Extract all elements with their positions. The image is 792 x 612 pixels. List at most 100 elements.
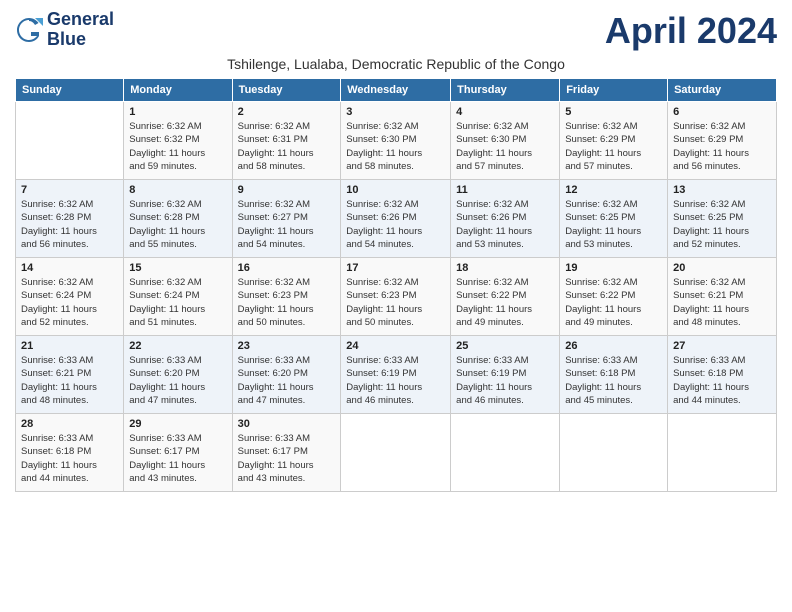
calendar-cell bbox=[560, 414, 668, 492]
day-number: 7 bbox=[21, 184, 118, 196]
day-number: 17 bbox=[346, 262, 445, 274]
day-info: Sunrise: 6:32 AM Sunset: 6:30 PM Dayligh… bbox=[346, 120, 445, 173]
day-info: Sunrise: 6:32 AM Sunset: 6:29 PM Dayligh… bbox=[673, 120, 771, 173]
day-number: 12 bbox=[565, 184, 662, 196]
day-info: Sunrise: 6:33 AM Sunset: 6:19 PM Dayligh… bbox=[346, 354, 445, 407]
day-number: 28 bbox=[21, 418, 118, 430]
day-info: Sunrise: 6:32 AM Sunset: 6:21 PM Dayligh… bbox=[673, 276, 771, 329]
calendar-cell: 11 Sunrise: 6:32 AM Sunset: 6:26 PM Dayli… bbox=[451, 180, 560, 258]
calendar-cell: 12 Sunrise: 6:32 AM Sunset: 6:25 PM Dayli… bbox=[560, 180, 668, 258]
calendar-cell: 25 Sunrise: 6:33 AM Sunset: 6:19 PM Dayli… bbox=[451, 336, 560, 414]
calendar-cell: 18 Sunrise: 6:32 AM Sunset: 6:22 PM Dayli… bbox=[451, 258, 560, 336]
calendar-cell: 5Sunrise: 6:32 AM Sunset: 6:29 PM Daylig… bbox=[560, 102, 668, 180]
logo-text: General Blue bbox=[47, 10, 114, 50]
calendar-cell: 7 Sunrise: 6:32 AM Sunset: 6:28 PM Daylig… bbox=[16, 180, 124, 258]
logo-icon bbox=[15, 16, 43, 44]
calendar-cell: 17 Sunrise: 6:32 AM Sunset: 6:23 PM Dayli… bbox=[341, 258, 451, 336]
location-title: Tshilenge, Lualaba, Democratic Republic … bbox=[15, 56, 777, 72]
calendar-cell: 28 Sunrise: 6:33 AM Sunset: 6:18 PM Dayli… bbox=[16, 414, 124, 492]
calendar-cell: 21 Sunrise: 6:33 AM Sunset: 6:21 PM Dayli… bbox=[16, 336, 124, 414]
calendar-table: SundayMondayTuesdayWednesdayThursdayFrid… bbox=[15, 78, 777, 492]
day-number: 2 bbox=[238, 106, 336, 118]
day-number: 19 bbox=[565, 262, 662, 274]
day-number: 8 bbox=[129, 184, 226, 196]
calendar-cell: 4Sunrise: 6:32 AM Sunset: 6:30 PM Daylig… bbox=[451, 102, 560, 180]
calendar-cell: 30 Sunrise: 6:33 AM Sunset: 6:17 PM Dayli… bbox=[232, 414, 341, 492]
calendar-cell: 24 Sunrise: 6:33 AM Sunset: 6:19 PM Dayli… bbox=[341, 336, 451, 414]
day-number: 24 bbox=[346, 340, 445, 352]
day-info: Sunrise: 6:32 AM Sunset: 6:28 PM Dayligh… bbox=[129, 198, 226, 251]
weekday-header-row: SundayMondayTuesdayWednesdayThursdayFrid… bbox=[16, 79, 777, 102]
calendar-cell: 2 Sunrise: 6:32 AM Sunset: 6:31 PM Daylig… bbox=[232, 102, 341, 180]
calendar-cell: 9 Sunrise: 6:32 AM Sunset: 6:27 PM Daylig… bbox=[232, 180, 341, 258]
calendar-cell: 13Sunrise: 6:32 AM Sunset: 6:25 PM Dayli… bbox=[668, 180, 777, 258]
day-info: Sunrise: 6:32 AM Sunset: 6:24 PM Dayligh… bbox=[129, 276, 226, 329]
day-info: Sunrise: 6:32 AM Sunset: 6:26 PM Dayligh… bbox=[456, 198, 554, 251]
weekday-header-monday: Monday bbox=[124, 79, 232, 102]
calendar-cell bbox=[341, 414, 451, 492]
calendar-cell: 19 Sunrise: 6:32 AM Sunset: 6:22 PM Dayli… bbox=[560, 258, 668, 336]
day-info: Sunrise: 6:32 AM Sunset: 6:22 PM Dayligh… bbox=[456, 276, 554, 329]
calendar-cell: 6 Sunrise: 6:32 AM Sunset: 6:29 PM Daylig… bbox=[668, 102, 777, 180]
calendar-cell: 8 Sunrise: 6:32 AM Sunset: 6:28 PM Daylig… bbox=[124, 180, 232, 258]
day-info: Sunrise: 6:32 AM Sunset: 6:26 PM Dayligh… bbox=[346, 198, 445, 251]
day-number: 15 bbox=[129, 262, 226, 274]
day-number: 21 bbox=[21, 340, 118, 352]
day-info: Sunrise: 6:32 AM Sunset: 6:24 PM Dayligh… bbox=[21, 276, 118, 329]
calendar-cell bbox=[16, 102, 124, 180]
day-info: Sunrise: 6:33 AM Sunset: 6:18 PM Dayligh… bbox=[21, 432, 118, 485]
day-info: Sunrise: 6:32 AM Sunset: 6:23 PM Dayligh… bbox=[346, 276, 445, 329]
day-info: Sunrise: 6:32 AM Sunset: 6:31 PM Dayligh… bbox=[238, 120, 336, 173]
day-number: 13 bbox=[673, 184, 771, 196]
calendar-cell: 27Sunrise: 6:33 AM Sunset: 6:18 PM Dayli… bbox=[668, 336, 777, 414]
header: General Blue April 2024 bbox=[15, 10, 777, 52]
calendar-week-row: 28 Sunrise: 6:33 AM Sunset: 6:18 PM Dayli… bbox=[16, 414, 777, 492]
day-info: Sunrise: 6:33 AM Sunset: 6:21 PM Dayligh… bbox=[21, 354, 118, 407]
day-info: Sunrise: 6:32 AM Sunset: 6:23 PM Dayligh… bbox=[238, 276, 336, 329]
weekday-header-tuesday: Tuesday bbox=[232, 79, 341, 102]
day-info: Sunrise: 6:33 AM Sunset: 6:17 PM Dayligh… bbox=[238, 432, 336, 485]
calendar-cell: 1Sunrise: 6:32 AM Sunset: 6:32 PM Daylig… bbox=[124, 102, 232, 180]
day-info: Sunrise: 6:32 AM Sunset: 6:25 PM Dayligh… bbox=[565, 198, 662, 251]
day-number: 6 bbox=[673, 106, 771, 118]
weekday-header-friday: Friday bbox=[560, 79, 668, 102]
day-number: 18 bbox=[456, 262, 554, 274]
calendar-cell: 10 Sunrise: 6:32 AM Sunset: 6:26 PM Dayli… bbox=[341, 180, 451, 258]
day-info: Sunrise: 6:32 AM Sunset: 6:32 PM Dayligh… bbox=[129, 120, 226, 173]
month-title: April 2024 bbox=[605, 10, 777, 52]
logo: General Blue bbox=[15, 10, 114, 50]
calendar-cell: 20 Sunrise: 6:32 AM Sunset: 6:21 PM Dayli… bbox=[668, 258, 777, 336]
calendar-cell: 23Sunrise: 6:33 AM Sunset: 6:20 PM Dayli… bbox=[232, 336, 341, 414]
day-number: 20 bbox=[673, 262, 771, 274]
weekday-header-wednesday: Wednesday bbox=[341, 79, 451, 102]
day-number: 27 bbox=[673, 340, 771, 352]
day-info: Sunrise: 6:32 AM Sunset: 6:29 PM Dayligh… bbox=[565, 120, 662, 173]
calendar-week-row: 1Sunrise: 6:32 AM Sunset: 6:32 PM Daylig… bbox=[16, 102, 777, 180]
day-number: 30 bbox=[238, 418, 336, 430]
day-info: Sunrise: 6:33 AM Sunset: 6:19 PM Dayligh… bbox=[456, 354, 554, 407]
calendar-cell: 16Sunrise: 6:32 AM Sunset: 6:23 PM Dayli… bbox=[232, 258, 341, 336]
day-info: Sunrise: 6:32 AM Sunset: 6:22 PM Dayligh… bbox=[565, 276, 662, 329]
weekday-header-sunday: Sunday bbox=[16, 79, 124, 102]
day-info: Sunrise: 6:33 AM Sunset: 6:17 PM Dayligh… bbox=[129, 432, 226, 485]
calendar-week-row: 14Sunrise: 6:32 AM Sunset: 6:24 PM Dayli… bbox=[16, 258, 777, 336]
day-number: 10 bbox=[346, 184, 445, 196]
calendar-cell: 14Sunrise: 6:32 AM Sunset: 6:24 PM Dayli… bbox=[16, 258, 124, 336]
day-number: 29 bbox=[129, 418, 226, 430]
day-number: 11 bbox=[456, 184, 554, 196]
calendar-cell bbox=[668, 414, 777, 492]
calendar-cell bbox=[451, 414, 560, 492]
day-info: Sunrise: 6:33 AM Sunset: 6:18 PM Dayligh… bbox=[565, 354, 662, 407]
day-info: Sunrise: 6:32 AM Sunset: 6:28 PM Dayligh… bbox=[21, 198, 118, 251]
day-number: 23 bbox=[238, 340, 336, 352]
calendar-cell: 15 Sunrise: 6:32 AM Sunset: 6:24 PM Dayli… bbox=[124, 258, 232, 336]
day-number: 9 bbox=[238, 184, 336, 196]
day-number: 22 bbox=[129, 340, 226, 352]
day-number: 25 bbox=[456, 340, 554, 352]
calendar-cell: 3 Sunrise: 6:32 AM Sunset: 6:30 PM Daylig… bbox=[341, 102, 451, 180]
calendar-cell: 26Sunrise: 6:33 AM Sunset: 6:18 PM Dayli… bbox=[560, 336, 668, 414]
calendar-week-row: 21 Sunrise: 6:33 AM Sunset: 6:21 PM Dayli… bbox=[16, 336, 777, 414]
day-info: Sunrise: 6:32 AM Sunset: 6:27 PM Dayligh… bbox=[238, 198, 336, 251]
day-number: 3 bbox=[346, 106, 445, 118]
weekday-header-thursday: Thursday bbox=[451, 79, 560, 102]
